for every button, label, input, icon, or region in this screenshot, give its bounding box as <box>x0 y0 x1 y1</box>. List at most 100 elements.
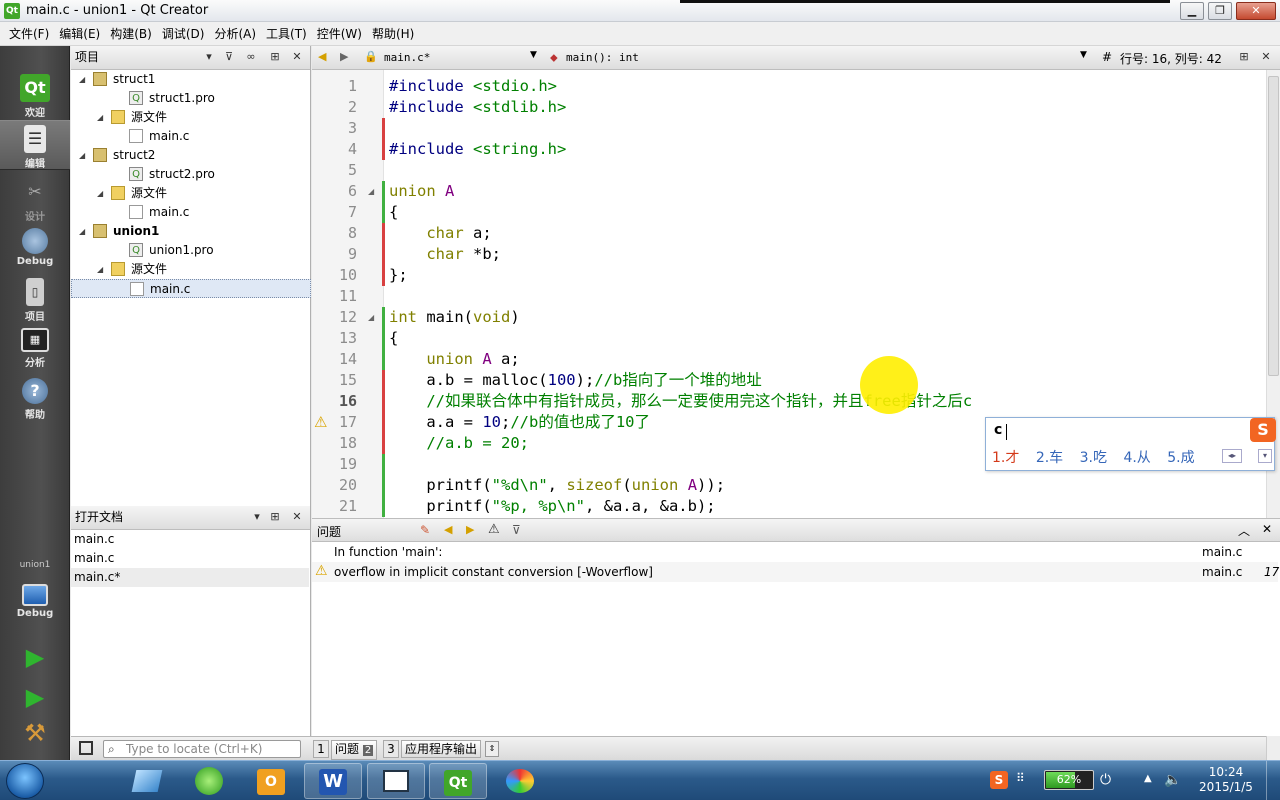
menu-edit[interactable]: 编辑(E) <box>54 25 105 42</box>
menu-debug[interactable]: 调试(D) <box>157 25 210 42</box>
resize-handle[interactable] <box>1266 736 1280 760</box>
output-tab-issues[interactable]: 1 问题 2 <box>313 740 378 760</box>
mode-debug[interactable]: Debug <box>0 224 70 274</box>
tray-clock[interactable]: 10:24 2015/1/5 <box>1196 765 1256 795</box>
filter-icon[interactable]: ⊽ <box>221 49 237 65</box>
debug-run-icon[interactable]: ▶ <box>18 682 52 712</box>
mode-help[interactable]: ? 帮助 <box>0 374 70 424</box>
tree-item[interactable]: ◢ 源文件 <box>71 108 311 127</box>
tree-item[interactable]: Qstruct2.pro <box>71 165 311 184</box>
tree-item[interactable]: ◢ 源文件 <box>71 260 311 279</box>
warning-filter-icon[interactable]: ⚠ <box>488 522 500 537</box>
toggle-sidebar-icon[interactable] <box>79 741 93 755</box>
tree-item[interactable]: ◢ union1 <box>71 222 311 241</box>
show-desktop-button[interactable] <box>1266 761 1280 800</box>
run-icon[interactable]: ▶ <box>18 642 52 672</box>
symbol-dropdown-icon[interactable]: ▼ <box>1080 50 1087 60</box>
menu-help[interactable]: 帮助(H) <box>367 25 419 42</box>
menu-file[interactable]: 文件(F) <box>4 25 54 42</box>
panel-dropdown-icon[interactable]: ▾ <box>201 49 217 65</box>
code-line[interactable]: #include <stdio.h> <box>389 76 557 97</box>
tree-item[interactable]: main.c <box>71 127 311 146</box>
tree-item[interactable]: ◢ 源文件 <box>71 184 311 203</box>
tree-item[interactable]: Qstruct1.pro <box>71 89 311 108</box>
kit-selector[interactable]: Debug <box>0 576 70 624</box>
code-line[interactable]: printf("%d\n", sizeof(union A)); <box>389 475 725 496</box>
close-editor-icon[interactable]: ✕ <box>1258 49 1274 65</box>
tree-item[interactable]: ◢ struct2 <box>71 146 311 165</box>
code-line[interactable]: union A a; <box>389 349 519 370</box>
link-icon[interactable]: ∞ <box>243 49 259 65</box>
code-line[interactable]: }; <box>389 265 408 286</box>
tray-keyboard-icon[interactable]: ⠿ <box>1016 771 1025 785</box>
sogou-tray-icon[interactable]: S <box>990 771 1008 789</box>
tree-expand-arrow-icon[interactable]: ◢ <box>79 222 85 241</box>
taskbar-app-ie[interactable] <box>118 763 176 799</box>
battery-meter[interactable]: 62% <box>1044 770 1094 790</box>
ime-page-arrows-icon[interactable]: ◂▸ <box>1222 449 1242 463</box>
taskbar-app-browser[interactable] <box>180 763 238 799</box>
windows-start-button[interactable] <box>6 763 44 799</box>
split-icon[interactable]: ⊞ <box>267 49 283 65</box>
code-line[interactable]: //a.b = 20; <box>389 433 529 454</box>
split-editor-icon[interactable]: ⊞ <box>1236 49 1252 65</box>
code-line[interactable]: int main(void) <box>389 307 520 328</box>
filter-icon[interactable]: ⊽ <box>512 523 521 537</box>
mode-projects[interactable]: ▯ 项目 <box>0 274 70 324</box>
code-line[interactable]: #include <stdlib.h> <box>389 97 566 118</box>
minimize-button[interactable]: ▁ <box>1180 2 1204 20</box>
tree-expand-arrow-icon[interactable]: ◢ <box>97 260 103 279</box>
menu-build[interactable]: 构建(B) <box>105 25 157 42</box>
maximize-button[interactable]: ❐ <box>1208 2 1232 20</box>
ime-candidate[interactable]: 3.吃 <box>1080 450 1107 466</box>
tree-expand-arrow-icon[interactable]: ◢ <box>79 146 85 165</box>
taskbar-app-word[interactable]: W <box>304 763 362 799</box>
taskbar-app-qtcreator[interactable]: Qt <box>429 763 487 799</box>
code-line[interactable]: a.a = 10;//b的值也成了10了 <box>389 412 650 433</box>
panel-dropdown-icon[interactable]: ▾ <box>249 509 265 525</box>
close-panel-icon[interactable]: ✕ <box>289 509 305 525</box>
mode-edit[interactable]: ☰ 编辑 <box>0 120 70 170</box>
ime-expand-icon[interactable]: ▾ <box>1258 449 1272 463</box>
ime-candidate[interactable]: 2.车 <box>1036 450 1063 466</box>
code-line[interactable]: a.b = malloc(100);//b指向了一个堆的地址 <box>389 370 762 391</box>
maximize-pane-icon[interactable]: ︿ <box>1238 522 1250 539</box>
tree-item[interactable]: main.c <box>71 203 311 222</box>
scrollbar-thumb[interactable] <box>1268 76 1279 376</box>
file-dropdown-icon[interactable]: ▼ <box>530 50 537 60</box>
menu-tools[interactable]: 工具(T) <box>261 25 312 42</box>
forward-arrow-icon[interactable]: ▶ <box>340 50 348 63</box>
clear-issues-icon[interactable]: ✎ <box>420 523 430 537</box>
code-line[interactable]: { <box>389 328 398 349</box>
tree-item[interactable]: ◢ struct1 <box>71 70 311 89</box>
current-file-name[interactable]: main.c* <box>384 51 430 64</box>
split-icon[interactable]: ⊞ <box>267 509 283 525</box>
tree-expand-arrow-icon[interactable]: ◢ <box>97 184 103 203</box>
open-document-item[interactable]: main.c* <box>71 568 309 587</box>
mode-analyze[interactable]: ▦ 分析 <box>0 324 70 374</box>
code-line[interactable]: #include <string.h> <box>389 139 566 160</box>
close-panel-icon[interactable]: ✕ <box>289 49 305 65</box>
output-tab-app-output[interactable]: 3 应用程序输出 <box>383 740 482 758</box>
current-symbol[interactable]: main(): int <box>566 51 639 64</box>
mode-design[interactable]: ✂ 设计 <box>0 174 70 224</box>
more-tabs-icon[interactable]: ⇕ <box>485 741 499 757</box>
prev-issue-icon[interactable]: ◀ <box>444 523 452 536</box>
tree-expand-arrow-icon[interactable]: ◢ <box>79 70 85 89</box>
menu-widgets[interactable]: 控件(W) <box>312 25 367 42</box>
tray-volume-icon[interactable]: 🔈 <box>1164 772 1181 788</box>
issue-row[interactable]: ⚠ overflow in implicit constant conversi… <box>312 562 1279 582</box>
ime-candidate[interactable]: 4.从 <box>1123 450 1150 466</box>
next-issue-icon[interactable]: ▶ <box>466 523 474 536</box>
tree-item[interactable]: Qunion1.pro <box>71 241 311 260</box>
taskbar-app-paint[interactable] <box>491 763 549 799</box>
ime-candidate[interactable]: 1.才 <box>992 450 1019 466</box>
back-arrow-icon[interactable]: ◀ <box>318 50 326 63</box>
open-document-item[interactable]: main.c <box>71 549 309 568</box>
locator-input[interactable]: ⌕ Type to locate (Ctrl+K) <box>103 740 301 758</box>
code-line[interactable]: printf("%p, %p\n", &a.a, &a.b); <box>389 496 715 517</box>
close-button[interactable]: ✕ <box>1236 2 1276 20</box>
issue-row[interactable]: In function 'main': main.c <box>312 542 1278 562</box>
tray-power-icon[interactable]: ⏻ <box>1100 772 1111 788</box>
menu-analyze[interactable]: 分析(A) <box>209 25 261 42</box>
